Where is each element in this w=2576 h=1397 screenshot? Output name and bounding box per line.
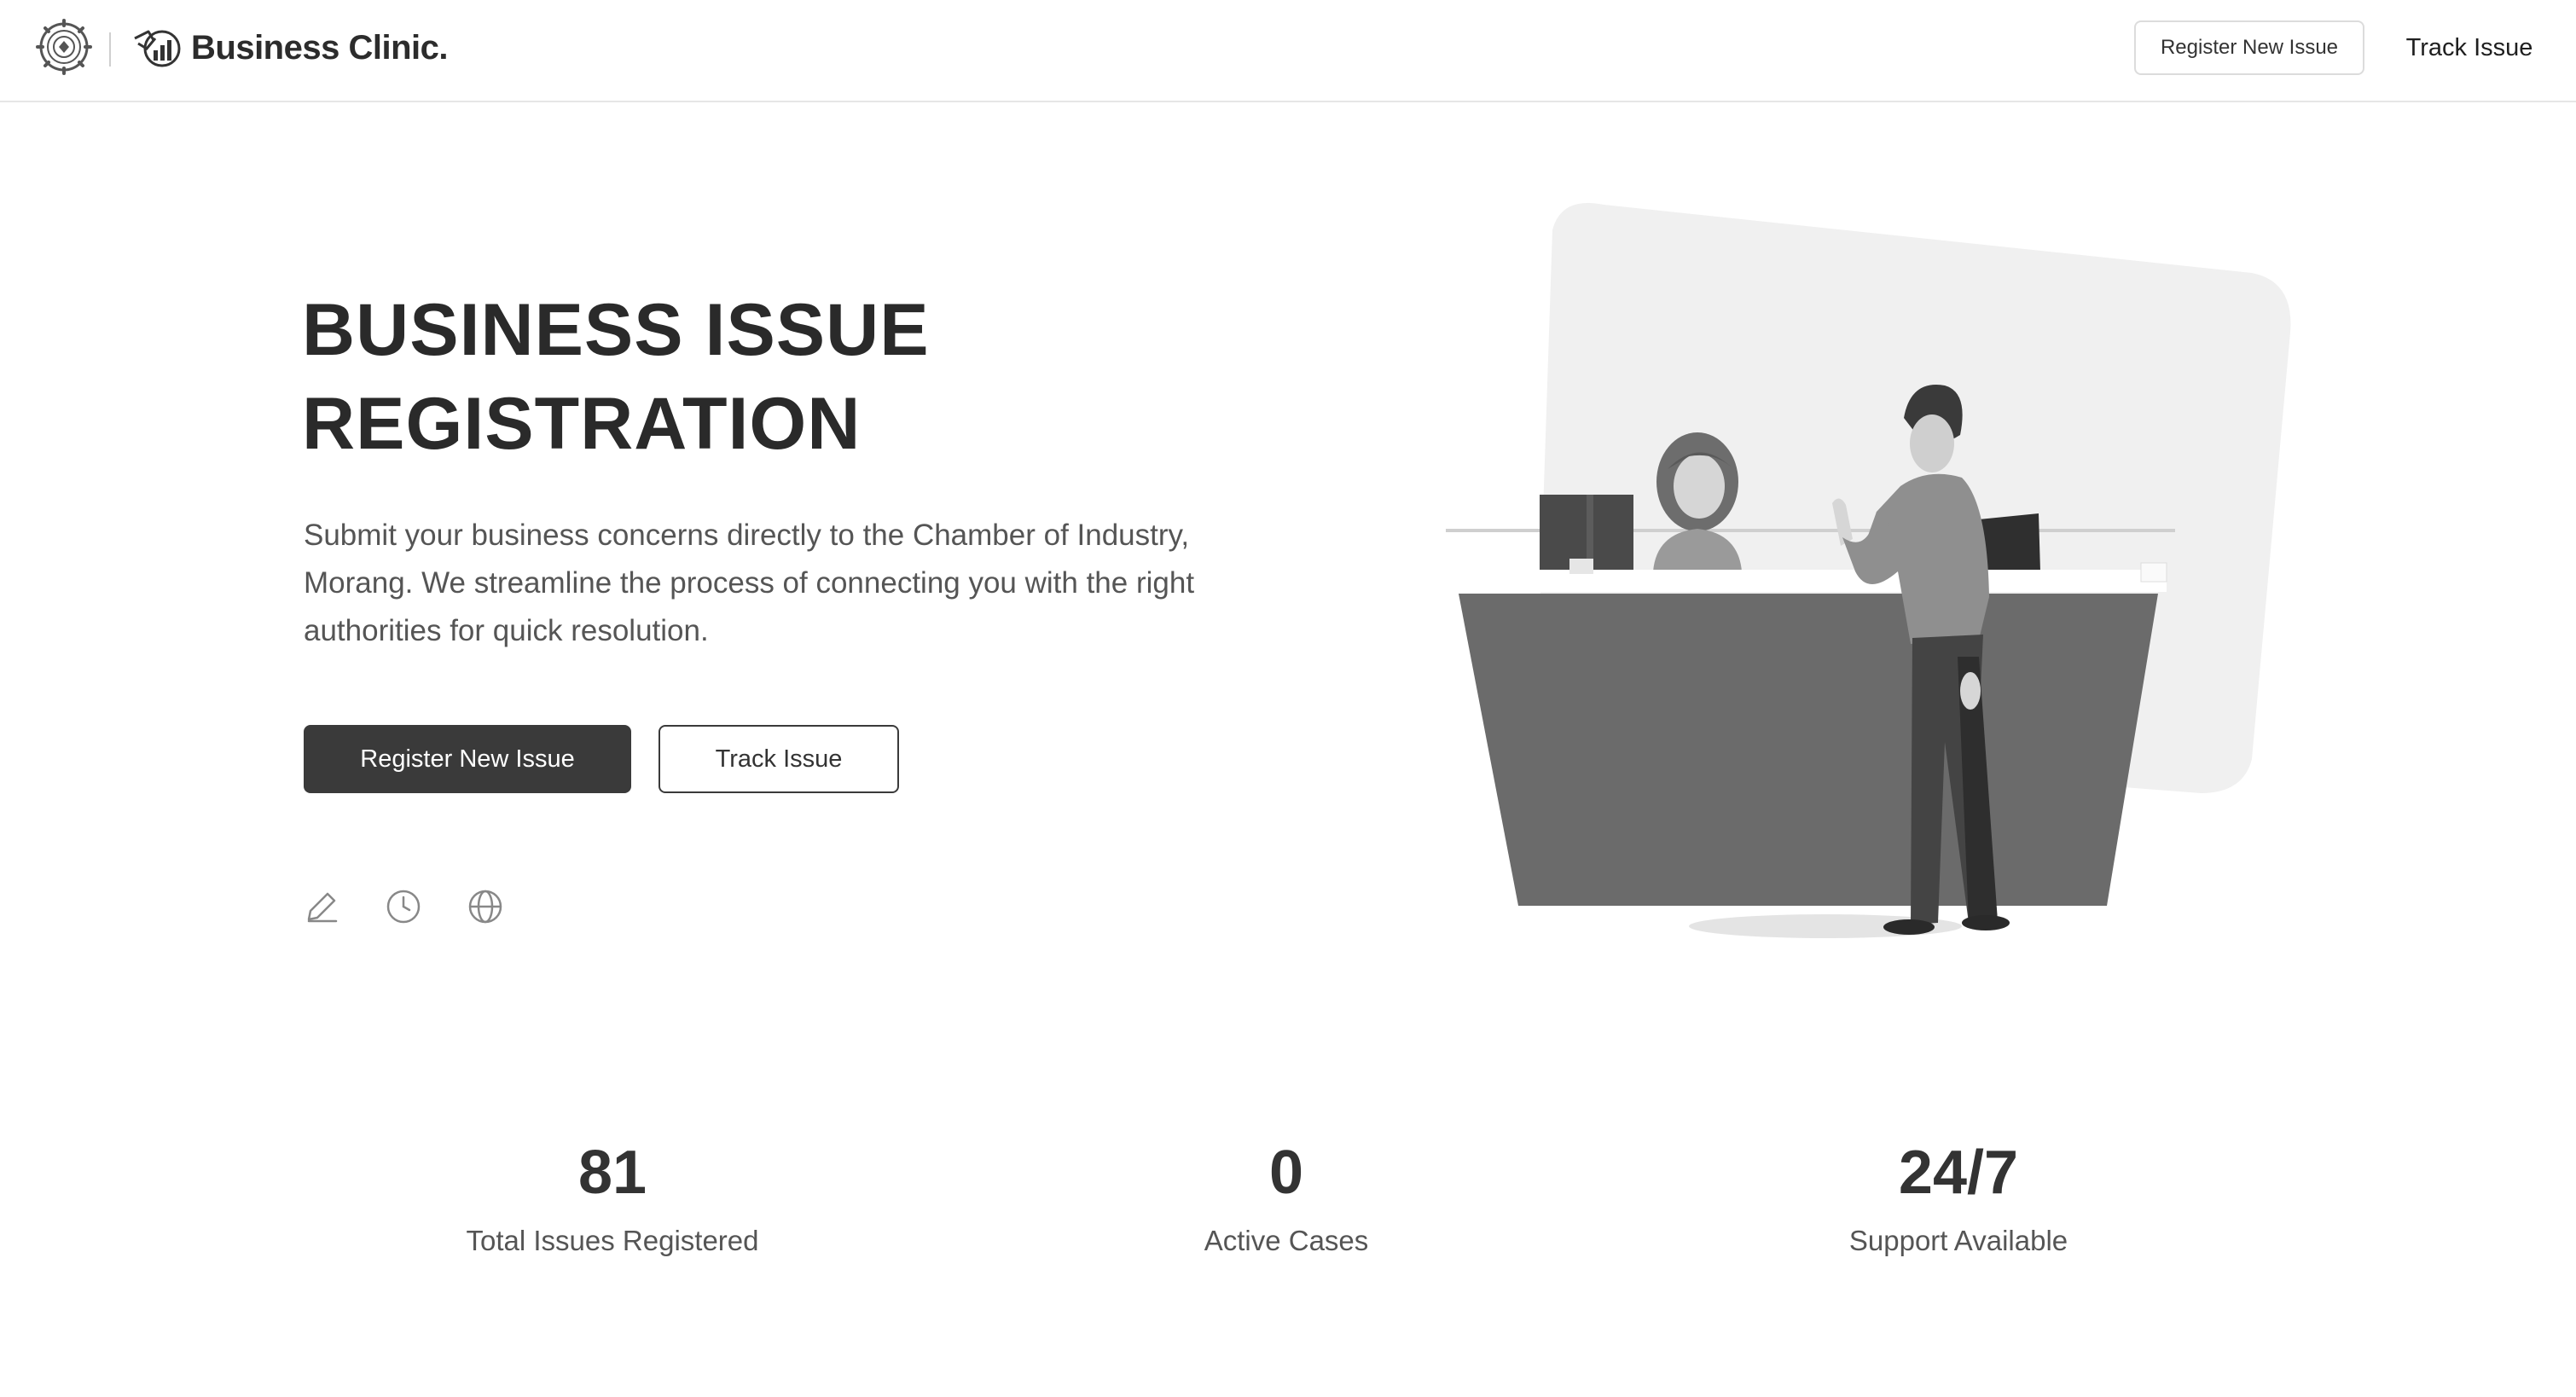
- page-title: BUSINESS ISSUE REGISTRATION: [302, 283, 1326, 471]
- logo-divider: [109, 32, 111, 67]
- feature-icons: [302, 887, 505, 926]
- stat-value: 0: [1268, 1139, 1304, 1207]
- page-title-line-1: BUSINESS ISSUE: [302, 289, 930, 371]
- stat-value: 81: [577, 1139, 647, 1207]
- brand-logo[interactable]: Business Clinic.: [131, 22, 448, 73]
- stat-active-cases: 0 Active Cases: [1030, 1126, 1542, 1262]
- stat-support: 24/7 Support Available: [1703, 1126, 2214, 1262]
- top-navbar: Business Clinic. Register New Issue Trac…: [0, 0, 2576, 102]
- globe-icon: [468, 890, 502, 924]
- brand-name: Business Clinic.: [191, 28, 448, 67]
- reception-desk-illustration: [1446, 203, 2291, 938]
- stat-value: 24/7: [1898, 1139, 2019, 1207]
- clock-icon: [386, 890, 421, 924]
- nav-register-issue-button[interactable]: Register New Issue: [2134, 20, 2364, 75]
- stat-label: Support Available: [1848, 1225, 2068, 1256]
- stat-total-issues: 81 Total Issues Registered: [357, 1126, 868, 1262]
- pencil-icon: [307, 892, 338, 923]
- nav-track-issue-link[interactable]: Track Issue: [2388, 20, 2550, 75]
- page-title-line-2: REGISTRATION: [302, 383, 862, 465]
- hero-description: Submit your business concerns directly t…: [304, 519, 1195, 647]
- stat-label: Total Issues Registered: [466, 1225, 759, 1256]
- business-clinic-logo-icon: [134, 30, 181, 67]
- track-issue-button[interactable]: Track Issue: [659, 725, 899, 793]
- hero-actions: Register New Issue Track Issue: [304, 725, 899, 793]
- register-new-issue-button[interactable]: Register New Issue: [304, 725, 631, 793]
- stat-label: Active Cases: [1204, 1225, 1369, 1256]
- chamber-of-industry-logo[interactable]: [36, 19, 92, 75]
